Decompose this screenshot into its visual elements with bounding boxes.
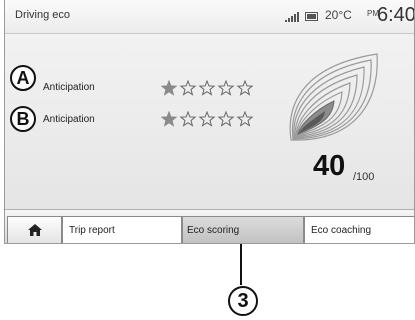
tab-eco-coaching[interactable]: Eco coaching bbox=[304, 216, 414, 243]
callout-badge-a: A bbox=[10, 65, 36, 91]
star-filled-icon bbox=[161, 80, 178, 96]
status-bar: Driving eco 20°C PM 6:40 bbox=[5, 0, 414, 34]
battery-icon bbox=[305, 12, 318, 21]
callout-badge-3: 3 bbox=[228, 286, 258, 316]
star-empty-icon bbox=[217, 80, 235, 96]
star-filled-icon bbox=[161, 111, 178, 127]
temperature: 20°C bbox=[325, 8, 352, 22]
star-empty-icon bbox=[236, 80, 254, 96]
eco-leaf-icon bbox=[289, 53, 378, 141]
signal-icon bbox=[285, 12, 299, 22]
callout-line bbox=[240, 244, 242, 285]
star-empty-icon bbox=[236, 111, 254, 127]
eco-score-value: 40 bbox=[313, 150, 346, 182]
home-button[interactable] bbox=[7, 216, 62, 243]
clock-time: 6:40 bbox=[377, 4, 415, 26]
tab-eco-scoring[interactable]: Eco scoring bbox=[182, 216, 304, 243]
eco-driving-screen: Driving eco 20°C PM 6:40 A Anticipation … bbox=[4, 0, 415, 244]
home-icon bbox=[27, 224, 42, 237]
tab-trip-report[interactable]: Trip report bbox=[62, 216, 182, 243]
star-empty-icon bbox=[198, 111, 216, 127]
star-rating-anticipation bbox=[161, 80, 254, 96]
rating-label-anticipation: Anticipation bbox=[43, 82, 95, 93]
star-empty-icon bbox=[179, 111, 197, 127]
screen-title: Driving eco bbox=[15, 9, 71, 21]
star-empty-icon bbox=[198, 80, 216, 96]
bottom-tab-bar: Trip report Eco scoring Eco coaching bbox=[5, 209, 414, 243]
rating-label-anticipation-2: Anticipation bbox=[43, 114, 95, 125]
star-empty-icon bbox=[217, 111, 235, 127]
star-rating-anticipation-2 bbox=[161, 111, 254, 127]
eco-score-max: /100 bbox=[353, 171, 375, 183]
callout-badge-b: B bbox=[10, 106, 36, 132]
star-empty-icon bbox=[179, 80, 197, 96]
